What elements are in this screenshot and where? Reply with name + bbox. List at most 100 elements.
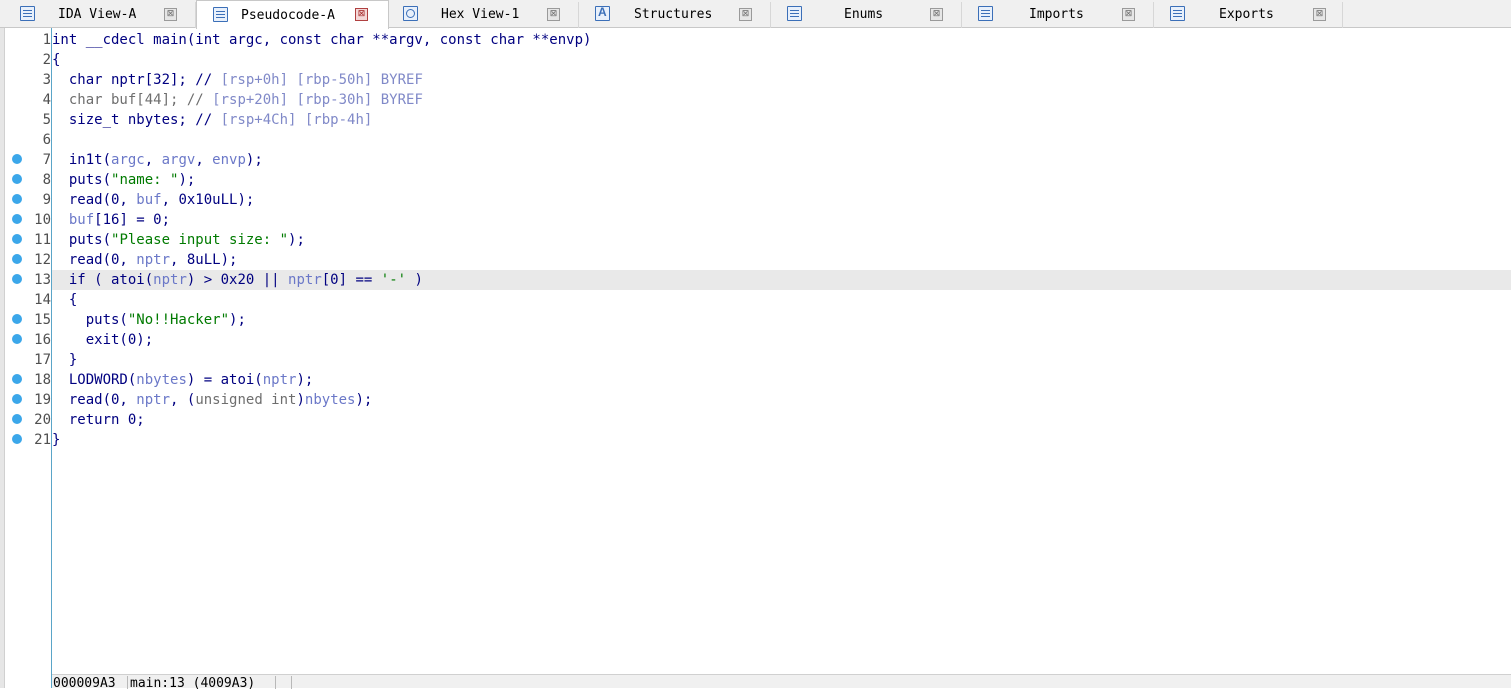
gutter-row[interactable]: 20 <box>5 410 51 430</box>
breakpoint-dot-icon[interactable] <box>12 254 22 264</box>
close-icon[interactable]: ⊠ <box>739 8 752 21</box>
code-line[interactable]: read(0, nptr, (unsigned int)nbytes); <box>52 390 1511 410</box>
code-token: read(0, <box>52 192 137 208</box>
code-line[interactable]: { <box>52 50 1511 70</box>
hex-view-icon <box>403 6 418 21</box>
breakpoint-dot-icon[interactable] <box>12 214 22 224</box>
code-line[interactable]: { <box>52 290 1511 310</box>
code-line[interactable]: char nptr[32]; // [rsp+0h] [rbp-50h] BYR… <box>52 70 1511 90</box>
tab-exports[interactable]: Exports ⊠ <box>1154 2 1343 28</box>
pseudocode-editor[interactable]: int __cdecl main(int argc, const char **… <box>52 28 1511 674</box>
code-token: nptr <box>288 272 322 288</box>
code-token: ); <box>178 172 196 188</box>
code-line[interactable]: } <box>52 430 1511 450</box>
breakpoint-dot-icon[interactable] <box>12 154 22 164</box>
code-token: { <box>52 52 61 68</box>
code-token: ); <box>229 312 246 328</box>
breakpoint-dot-icon[interactable] <box>12 414 22 424</box>
tab-label: Pseudocode-A <box>241 8 335 23</box>
close-icon[interactable]: ⊠ <box>1313 8 1326 21</box>
breakpoint-dot-icon[interactable] <box>12 174 22 184</box>
code-line[interactable]: return 0; <box>52 410 1511 430</box>
line-number: 4 <box>42 92 51 108</box>
gutter-row[interactable]: 1 <box>5 30 51 50</box>
gutter-row[interactable]: 14 <box>5 290 51 310</box>
gutter-row[interactable]: 18 <box>5 370 51 390</box>
code-token: ) <box>406 272 423 288</box>
code-token: , <box>144 152 162 168</box>
breakpoint-dot-icon[interactable] <box>12 394 22 404</box>
line-number: 6 <box>42 132 51 148</box>
breakpoint-dot-icon[interactable] <box>12 314 22 324</box>
code-token: nbytes <box>136 372 187 388</box>
code-line[interactable]: puts("No!!Hacker"); <box>52 310 1511 330</box>
gutter-row[interactable]: 10 <box>5 210 51 230</box>
breakpoint-dot-icon[interactable] <box>12 234 22 244</box>
code-token: read(0, <box>52 392 137 408</box>
tab-pseudocode-a[interactable]: Pseudocode-A ⊠ <box>196 0 389 29</box>
code-line[interactable]: puts("name: "); <box>52 170 1511 190</box>
code-line[interactable]: read(0, nptr, 8uLL); <box>52 250 1511 270</box>
line-number-gutter[interactable]: 1 2 3 4 5 6 7 8 9 10 11 12 13 14 15 16 17 18 19 20 21 <box>5 28 51 674</box>
code-token: buf <box>136 192 162 208</box>
code-token: in1t( <box>52 152 112 168</box>
line-number: 14 <box>34 292 51 308</box>
gutter-row[interactable]: 5 <box>5 110 51 130</box>
code-token: "No!!Hacker" <box>127 312 230 328</box>
breakpoint-dot-icon[interactable] <box>12 274 22 284</box>
code-token: read(0, <box>52 252 137 268</box>
code-line[interactable]: char buf[44]; // [rsp+20h] [rbp-30h] BYR… <box>52 90 1511 110</box>
code-line[interactable]: in1t(argc, argv, envp); <box>52 150 1511 170</box>
ida-view-icon <box>20 6 35 21</box>
tab-label: Structures <box>634 7 713 22</box>
gutter-row[interactable]: 12 <box>5 250 51 270</box>
breakpoint-dot-icon[interactable] <box>12 434 22 444</box>
code-line[interactable]: LODWORD(nbytes) = atoi(nptr); <box>52 370 1511 390</box>
close-icon[interactable]: ⊠ <box>547 8 560 21</box>
enums-icon <box>787 6 802 21</box>
breakpoint-dot-icon[interactable] <box>12 374 22 384</box>
close-icon[interactable]: ⊠ <box>1122 8 1135 21</box>
line-number: 21 <box>34 432 51 448</box>
code-line[interactable]: size_t nbytes; // [rsp+4Ch] [rbp-4h] <box>52 110 1511 130</box>
code-line[interactable]: if ( atoi(nptr) > 0x20 || nptr[0] == '-'… <box>52 270 1511 290</box>
gutter-row[interactable]: 21 <box>5 430 51 450</box>
close-icon[interactable]: ⊠ <box>164 8 177 21</box>
gutter-row[interactable]: 15 <box>5 310 51 330</box>
breakpoint-dot-icon[interactable] <box>12 334 22 344</box>
status-separator <box>291 676 292 689</box>
gutter-row[interactable]: 13 <box>5 270 51 290</box>
code-line[interactable]: exit(0); <box>52 330 1511 350</box>
gutter-row[interactable]: 16 <box>5 330 51 350</box>
code-line[interactable] <box>52 130 1511 150</box>
breakpoint-dot-icon[interactable] <box>12 194 22 204</box>
code-token: "Please input size: " <box>111 232 289 248</box>
code-token: unsigned int <box>195 392 297 408</box>
gutter-row[interactable]: 17 <box>5 350 51 370</box>
gutter-row[interactable]: 11 <box>5 230 51 250</box>
code-line[interactable]: read(0, buf, 0x10uLL); <box>52 190 1511 210</box>
gutter-row[interactable]: 8 <box>5 170 51 190</box>
tab-structures[interactable]: Structures ⊠ <box>579 2 771 28</box>
tab-ida-view-a[interactable]: IDA View-A ⊠ <box>0 2 196 28</box>
line-number: 15 <box>34 312 51 328</box>
gutter-row[interactable]: 7 <box>5 150 51 170</box>
gutter-row[interactable]: 2 <box>5 50 51 70</box>
gutter-row[interactable]: 6 <box>5 130 51 150</box>
code-line[interactable]: int __cdecl main(int argc, const char **… <box>52 30 1511 50</box>
tab-enums[interactable]: Enums ⊠ <box>771 2 962 28</box>
code-line[interactable]: puts("Please input size: "); <box>52 230 1511 250</box>
tab-label: Imports <box>1029 7 1084 22</box>
code-line[interactable]: } <box>52 350 1511 370</box>
code-token: { <box>52 292 78 308</box>
tab-imports[interactable]: Imports ⊠ <box>962 2 1154 28</box>
gutter-row[interactable]: 3 <box>5 70 51 90</box>
code-token: , ( <box>170 392 196 408</box>
close-icon[interactable]: ⊠ <box>930 8 943 21</box>
gutter-row[interactable]: 9 <box>5 190 51 210</box>
gutter-row[interactable]: 19 <box>5 390 51 410</box>
code-line[interactable]: buf[16] = 0; <box>52 210 1511 230</box>
gutter-row[interactable]: 4 <box>5 90 51 110</box>
tab-hex-view-1[interactable]: Hex View-1 ⊠ <box>389 2 579 28</box>
close-icon[interactable]: ⊠ <box>355 8 368 21</box>
